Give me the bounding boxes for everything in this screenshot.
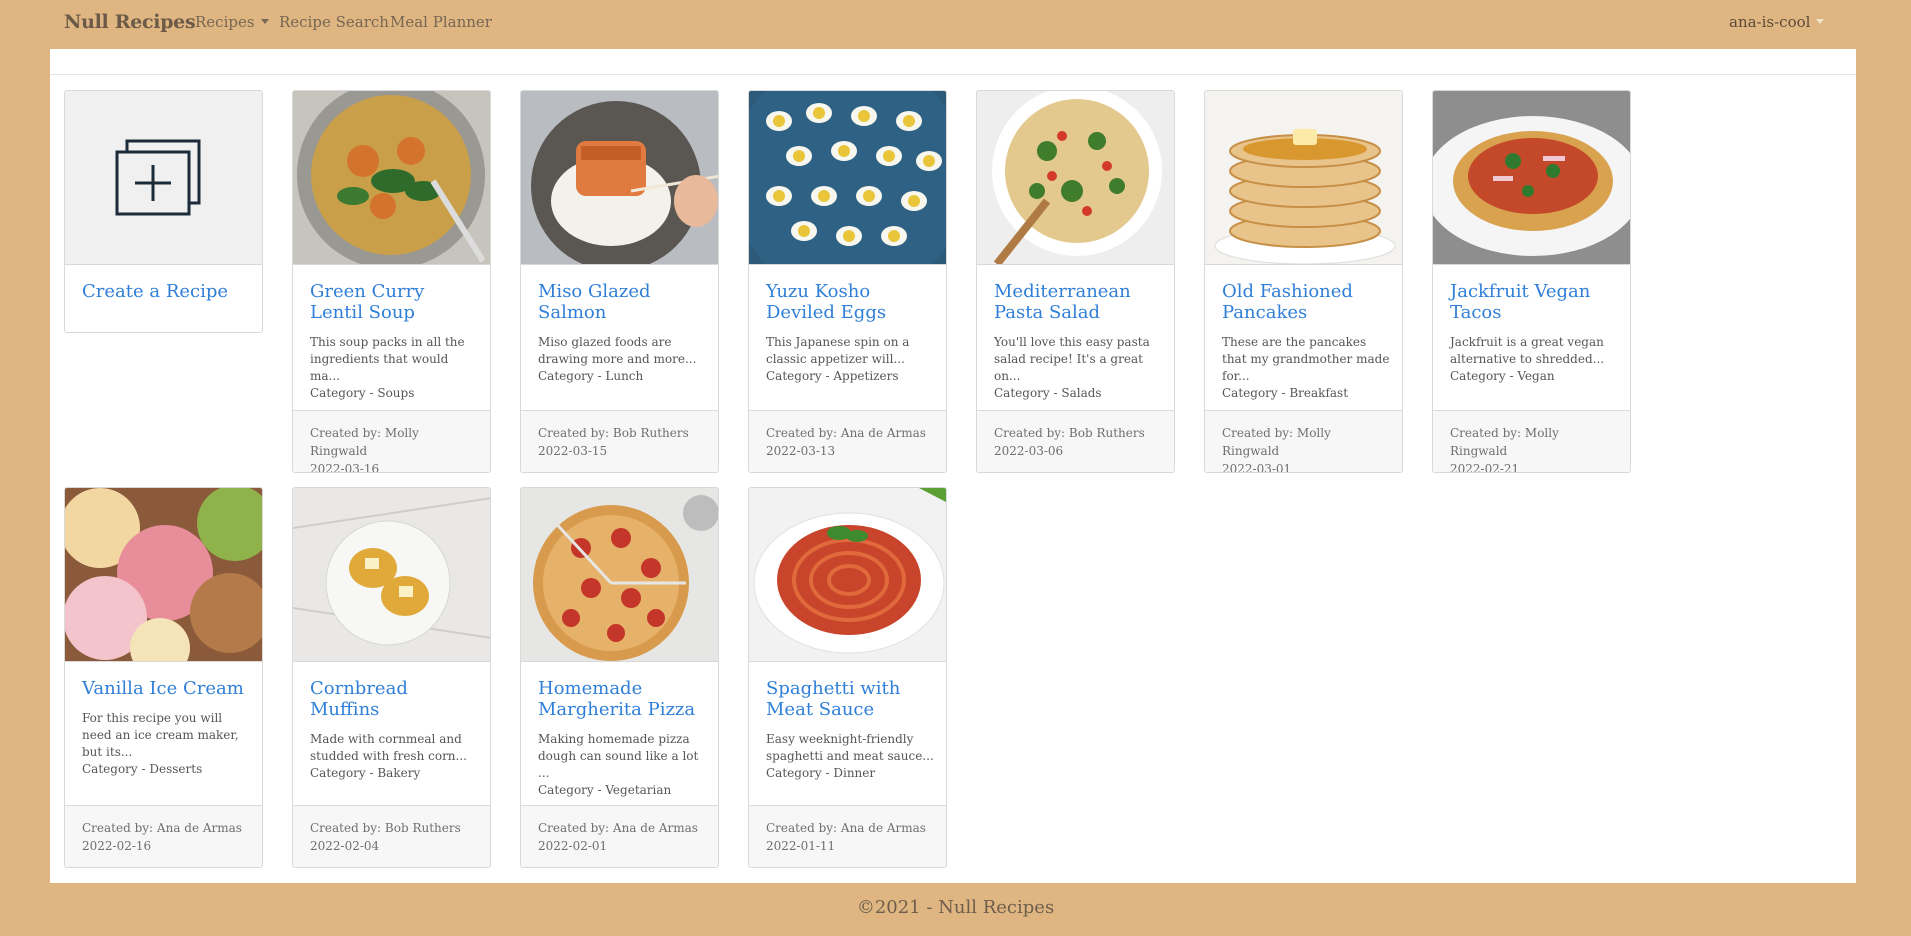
recipe-footer: Created by: Ana de Armas 2022-03-13 — [749, 410, 946, 472]
recipe-author: Created by: Molly Ringwald — [1222, 426, 1331, 458]
recipe-description: Made with cornmeal and studded with fres… — [310, 732, 467, 763]
recipe-title[interactable]: Cornbread Muffins — [310, 678, 478, 720]
recipe-author: Created by: Bob Ruthers — [994, 426, 1145, 440]
recipe-image — [521, 488, 718, 662]
recipe-description: Easy weeknight-friendly spaghetti and me… — [766, 732, 934, 763]
recipe-description: For this recipe you will need an ice cre… — [82, 711, 239, 759]
user-menu-dropdown[interactable]: ana-is-cool — [1729, 13, 1825, 31]
create-recipe-image — [65, 91, 262, 265]
chevron-down-icon — [1816, 19, 1825, 24]
recipe-title[interactable]: Jackfruit Vegan Tacos — [1450, 281, 1618, 323]
create-recipe-title[interactable]: Create a Recipe — [82, 281, 250, 302]
recipe-category: Category - Appetizers — [766, 369, 899, 383]
recipe-image — [1433, 91, 1630, 265]
recipe-author: Created by: Ana de Armas — [766, 821, 926, 835]
create-recipe-card[interactable]: Create a Recipe — [64, 90, 263, 333]
recipe-category: Category - Vegetarian — [538, 783, 672, 797]
recipe-card[interactable]: Vanilla Ice Cream For this recipe you wi… — [64, 487, 263, 868]
recipe-title[interactable]: Spaghetti with Meat Sauce — [766, 678, 934, 720]
nav-recipe-search[interactable]: Recipe Search — [279, 13, 389, 31]
recipe-title[interactable]: Yuzu Kosho Deviled Eggs — [766, 281, 934, 323]
recipe-title[interactable]: Miso Glazed Salmon — [538, 281, 706, 323]
recipe-footer: Created by: Ana de Armas 2022-01-11 — [749, 805, 946, 867]
recipe-card[interactable]: Jackfruit Vegan Tacos Jackfruit is a gre… — [1432, 90, 1631, 473]
recipe-category: Category - Desserts — [82, 762, 203, 776]
recipe-footer: Created by: Bob Ruthers 2022-02-04 — [293, 805, 490, 867]
nav-recipes-dropdown[interactable]: Recipes — [195, 13, 269, 31]
recipe-author: Created by: Bob Ruthers — [538, 426, 689, 440]
recipe-category: Category - Salads — [994, 386, 1102, 400]
recipe-date: 2022-02-04 — [310, 839, 380, 853]
recipe-card[interactable]: Green Curry Lentil Soup This soup packs … — [292, 90, 491, 473]
brand-link[interactable]: Null Recipes — [64, 11, 196, 33]
main-content: Create a Recipe Green Curry Lentil Soup … — [50, 49, 1856, 883]
recipe-author: Created by: Bob Ruthers — [310, 821, 461, 835]
recipe-category: Category - Soups — [310, 386, 415, 400]
recipe-card[interactable]: Spaghetti with Meat Sauce Easy weeknight… — [748, 487, 947, 868]
recipe-date: 2022-03-06 — [994, 444, 1064, 458]
recipe-author: Created by: Ana de Armas — [538, 821, 698, 835]
recipe-date: 2022-03-15 — [538, 444, 608, 458]
recipe-footer: Created by: Bob Ruthers 2022-03-15 — [521, 410, 718, 472]
recipe-image — [1205, 91, 1402, 265]
recipe-image — [65, 488, 262, 662]
recipe-image — [749, 488, 946, 662]
recipe-footer: Created by: Ana de Armas 2022-02-01 — [521, 805, 718, 867]
recipe-title[interactable]: Green Curry Lentil Soup — [310, 281, 478, 323]
recipe-image — [293, 91, 490, 265]
recipe-footer: Created by: Ana de Armas 2022-02-16 — [65, 805, 262, 867]
recipe-category: Category - Dinner — [766, 766, 876, 780]
add-stack-icon — [115, 139, 201, 216]
recipe-footer: Created by: Molly Ringwald 2022-03-16 — [293, 410, 490, 472]
recipe-date: 2022-02-21 — [1450, 462, 1520, 473]
navbar: Null Recipes Recipes Recipe Search Meal … — [0, 0, 1911, 48]
recipe-description: You'll love this easy pasta salad recipe… — [994, 335, 1150, 383]
recipe-description: Jackfruit is a great vegan alternative t… — [1450, 335, 1605, 366]
recipe-image — [977, 91, 1174, 265]
recipe-description: Making homemade pizza dough can sound li… — [538, 732, 699, 780]
divider — [50, 74, 1856, 75]
recipe-author: Created by: Molly Ringwald — [310, 426, 419, 458]
nav-meal-planner[interactable]: Meal Planner — [390, 13, 492, 31]
recipe-image — [521, 91, 718, 265]
page-footer: ©2021 - Null Recipes — [856, 897, 1055, 918]
recipe-image — [293, 488, 490, 662]
recipe-description: This soup packs in all the ingredients t… — [310, 335, 465, 383]
recipe-title[interactable]: Vanilla Ice Cream — [82, 678, 250, 699]
recipe-author: Created by: Molly Ringwald — [1450, 426, 1559, 458]
recipe-category: Category - Bakery — [310, 766, 421, 780]
recipe-description: Miso glazed foods are drawing more and m… — [538, 335, 697, 366]
recipe-card[interactable]: Mediterranean Pasta Salad You'll love th… — [976, 90, 1175, 473]
recipe-category: Category - Lunch — [538, 369, 644, 383]
recipe-image — [749, 91, 946, 265]
recipe-date: 2022-03-16 — [310, 462, 380, 473]
recipe-card[interactable]: Miso Glazed Salmon Miso glazed foods are… — [520, 90, 719, 473]
recipe-author: Created by: Ana de Armas — [766, 426, 926, 440]
recipe-description: These are the pancakes that my grandmoth… — [1222, 335, 1390, 383]
recipe-date: 2022-01-11 — [766, 839, 836, 853]
recipe-card[interactable]: Old Fashioned Pancakes These are the pan… — [1204, 90, 1403, 473]
recipe-footer: Created by: Bob Ruthers 2022-03-06 — [977, 410, 1174, 472]
recipe-author: Created by: Ana de Armas — [82, 821, 242, 835]
recipe-card[interactable]: Homemade Margherita Pizza Making homemad… — [520, 487, 719, 868]
recipe-card[interactable]: Cornbread Muffins Made with cornmeal and… — [292, 487, 491, 868]
recipe-date: 2022-02-01 — [538, 839, 608, 853]
recipe-title[interactable]: Homemade Margherita Pizza — [538, 678, 706, 720]
recipe-title[interactable]: Mediterranean Pasta Salad — [994, 281, 1162, 323]
recipe-category: Category - Vegan — [1450, 369, 1555, 383]
recipe-title[interactable]: Old Fashioned Pancakes — [1222, 281, 1390, 323]
recipe-footer: Created by: Molly Ringwald 2022-03-01 — [1205, 410, 1402, 472]
recipe-date: 2022-03-01 — [1222, 462, 1292, 473]
user-name: ana-is-cool — [1729, 13, 1811, 31]
recipe-date: 2022-03-13 — [766, 444, 836, 458]
chevron-down-icon — [260, 19, 269, 24]
nav-recipes-label: Recipes — [195, 13, 255, 31]
recipe-description: This Japanese spin on a classic appetize… — [766, 335, 910, 366]
recipe-category: Category - Breakfast — [1222, 386, 1349, 400]
recipe-footer: Created by: Molly Ringwald 2022-02-21 — [1433, 410, 1630, 472]
recipe-card[interactable]: Yuzu Kosho Deviled Eggs This Japanese sp… — [748, 90, 947, 473]
recipe-date: 2022-02-16 — [82, 839, 152, 853]
